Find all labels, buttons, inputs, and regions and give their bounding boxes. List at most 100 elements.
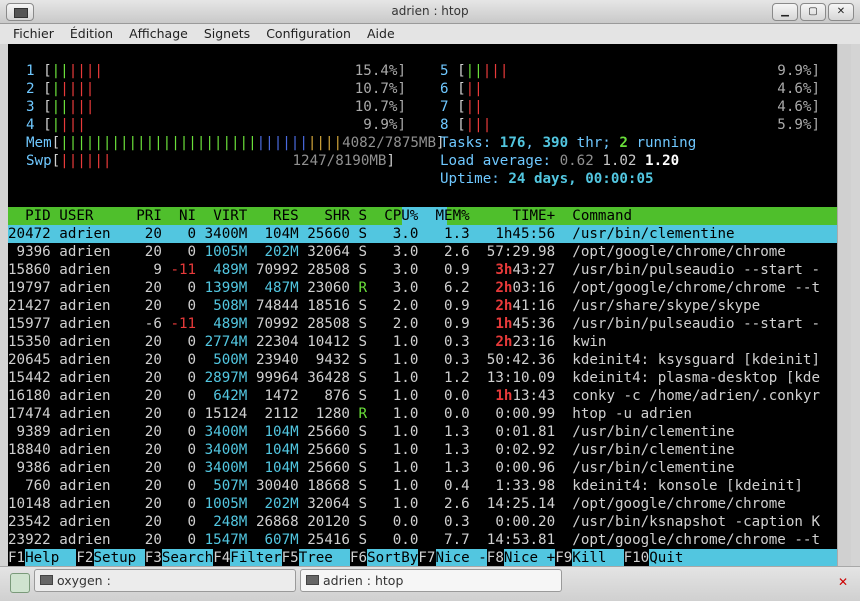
fkey-label: F1	[8, 550, 26, 566]
column-header-cmd[interactable]: Command	[572, 207, 632, 225]
table-row[interactable]: 21427 adrien 20 0 508M 74844 18516 S 2.0 0.9 2h41:…	[8, 297, 837, 315]
maximize-button[interactable]: ▢	[800, 3, 826, 21]
table-row[interactable]: 15860 adrien 9 -11 489M 70992 28508 S 3.0 0.9 3h43…	[8, 261, 837, 279]
column-header-pri[interactable]: PRI	[136, 207, 162, 225]
table-row[interactable]: 19797 adrien 20 0 1399M 487M 23060 R 3.0 6.2 2h03:…	[8, 279, 837, 297]
cell-cpu: 3.0	[392, 226, 419, 242]
column-header-shr[interactable]: SHR	[324, 207, 350, 225]
table-row[interactable]: 15350 adrien 20 0 2774M 22304 10412 S 1.0 0.3 2h23…	[8, 333, 837, 351]
column-header-s[interactable]: S	[359, 207, 368, 225]
cell-user: adrien	[59, 478, 111, 494]
cell-time: 0:00.20	[495, 514, 556, 530]
process-table-header: PID USER PRI NI VIRT RES SHR S CPU% MEM% TIME+ Comm…	[8, 207, 837, 225]
table-row[interactable]: 20472 adrien 20 0 3400M 104M 25660 S 3.0 1.3 1h45:…	[8, 225, 837, 243]
column-header-virt[interactable]: VIRT	[213, 207, 247, 225]
cell-s: S	[358, 298, 368, 314]
terminal-view[interactable]: 1 [|||||| 15.4%] 2 [||||| 10.7%] 3 [||||| 10.…	[8, 44, 838, 567]
table-row[interactable]: 20645 adrien 20 0 500M 23940 9432 S 1.0 0.3 50:42.…	[8, 351, 837, 369]
fkey-kill-button[interactable]: Kill	[572, 549, 624, 567]
fkey-nice-button[interactable]: Nice -	[435, 549, 487, 567]
table-row[interactable]: 9386 adrien 20 0 3400M 104M 25660 S 1.0 1.3 0:00.9…	[8, 459, 837, 477]
fkey-filter-button[interactable]: Filter	[230, 549, 282, 567]
cell-ni: 0	[187, 370, 197, 386]
cell-virt: 248M	[213, 514, 248, 530]
fkey-sortby-button[interactable]: SortBy	[367, 549, 419, 567]
cell-s: S	[358, 424, 368, 440]
fkey-label: F3	[144, 550, 162, 566]
cell-virt: 1399M	[204, 280, 248, 296]
cell-s: S	[358, 442, 368, 458]
cell-shr: 36428	[307, 370, 350, 386]
close-button[interactable]: ✕	[828, 3, 854, 21]
fkey-setup-button[interactable]: Setup	[93, 549, 145, 567]
cell-shr: 25660	[307, 442, 350, 458]
terminal-icon	[40, 575, 53, 585]
cell-pri: 20	[144, 514, 162, 530]
fkey-tree-button[interactable]: Tree	[298, 549, 350, 567]
column-header-cpu[interactable]: CPU%	[384, 207, 418, 225]
table-row[interactable]: 15977 adrien -6 -11 489M 70992 28508 S 2.0 0.9 1h4…	[8, 315, 837, 333]
swap-meter: Swp[|||||| 1247/8190MB]	[26, 153, 395, 169]
cell-time: 2h03:16	[495, 280, 556, 296]
cell-virt: 642M	[213, 388, 248, 404]
cell-time: 3h43:27	[495, 262, 556, 278]
table-row[interactable]: 18840 adrien 20 0 3400M 104M 25660 S 1.0 1.3 0:02.…	[8, 441, 837, 459]
cell-user: adrien	[59, 514, 111, 530]
task-htop[interactable]: adrien : htop	[300, 569, 562, 592]
table-row[interactable]: 10148 adrien 20 0 1005M 202M 32064 S 1.0 2.6 14:25…	[8, 495, 837, 513]
taskbar: oxygen : adrien : htop ✕	[0, 566, 860, 601]
cell-cmd: /usr/bin/pulseaudio --start -	[572, 316, 821, 332]
fkey-search-button[interactable]: Search	[161, 549, 214, 567]
cell-shr: 18668	[307, 478, 350, 494]
table-row[interactable]: 17474 adrien 20 0 15124 2112 1280 R 1.0 0.0 0:00.9…	[8, 405, 837, 423]
menu-signets[interactable]: Signets	[201, 25, 253, 42]
table-row[interactable]: 9396 adrien 20 0 1005M 202M 32064 S 3.0 2.6 57:29.…	[8, 243, 837, 261]
table-row[interactable]: 23542 adrien 20 0 248M 26868 20120 S 0.0 0.3 0:00.…	[8, 513, 837, 531]
table-row[interactable]: 15442 adrien 20 0 2897M 99964 36428 S 1.0 1.2 13:1…	[8, 369, 837, 387]
column-header-user[interactable]: USER	[59, 207, 93, 225]
desktop-icon[interactable]	[10, 573, 30, 593]
cell-ni: 0	[187, 244, 197, 260]
cell-time: 0:01.81	[495, 424, 556, 440]
table-row[interactable]: 16180 adrien 20 0 642M 1472 876 S 1.0 0.0 1h13:43 c…	[8, 387, 837, 405]
cell-pid: 760	[25, 478, 51, 494]
menu-fichier[interactable]: Fichier	[10, 25, 57, 42]
column-header-mem[interactable]: MEM%	[436, 207, 470, 225]
column-header-time[interactable]: TIME+	[512, 207, 555, 225]
cell-res: 2112	[264, 406, 299, 422]
table-row[interactable]: 9389 adrien 20 0 3400M 104M 25660 S 1.0 1.3 0:01.8…	[8, 423, 837, 441]
close-icon[interactable]: ✕	[836, 575, 850, 589]
fkey-quit-button[interactable]: Quit	[649, 549, 838, 567]
menu-configuration[interactable]: Configuration	[263, 25, 354, 42]
menu-affichage[interactable]: Affichage	[126, 25, 191, 42]
task-oxygen[interactable]: oxygen :	[34, 569, 296, 592]
fkey-nice-button[interactable]: Nice +	[503, 549, 556, 567]
cell-pri: 20	[144, 280, 162, 296]
fkey-help-button[interactable]: Help	[25, 549, 77, 567]
cell-time: 1h13:43	[495, 388, 556, 404]
terminal-scrollbar[interactable]	[837, 44, 851, 566]
cell-pid: 23922	[8, 532, 51, 548]
cell-shr: 876	[324, 388, 350, 404]
cell-mem: 1.3	[444, 424, 470, 440]
cell-res: 23940	[255, 352, 299, 368]
fkey-label: F9	[555, 550, 573, 566]
cell-res: 607M	[264, 532, 299, 548]
fkey-label: F6	[350, 550, 368, 566]
cell-shr: 18516	[307, 298, 350, 314]
cell-pid: 20472	[8, 226, 51, 242]
column-header-pid[interactable]: PID	[25, 207, 51, 225]
cell-virt: 489M	[213, 262, 248, 278]
table-row[interactable]: 23922 adrien 20 0 1547M 607M 25416 S 0.0 7.7 14:53…	[8, 531, 837, 549]
column-header-ni[interactable]: NI	[179, 207, 196, 225]
table-row[interactable]: 760 adrien 20 0 507M 30040 18668 S 1.0 0.4 1:33.98…	[8, 477, 837, 495]
menu-edition[interactable]: Édition	[67, 25, 116, 42]
column-header-res[interactable]: RES	[273, 207, 299, 225]
cell-res: 202M	[264, 496, 299, 512]
cell-pid: 17474	[8, 406, 51, 422]
cell-user: adrien	[59, 262, 111, 278]
cell-virt: 2774M	[204, 334, 248, 350]
cpu-meter: 2 [||||| 10.7%]	[26, 81, 406, 97]
minimize-button[interactable]: ▁	[772, 3, 798, 21]
menu-aide[interactable]: Aide	[364, 25, 398, 42]
